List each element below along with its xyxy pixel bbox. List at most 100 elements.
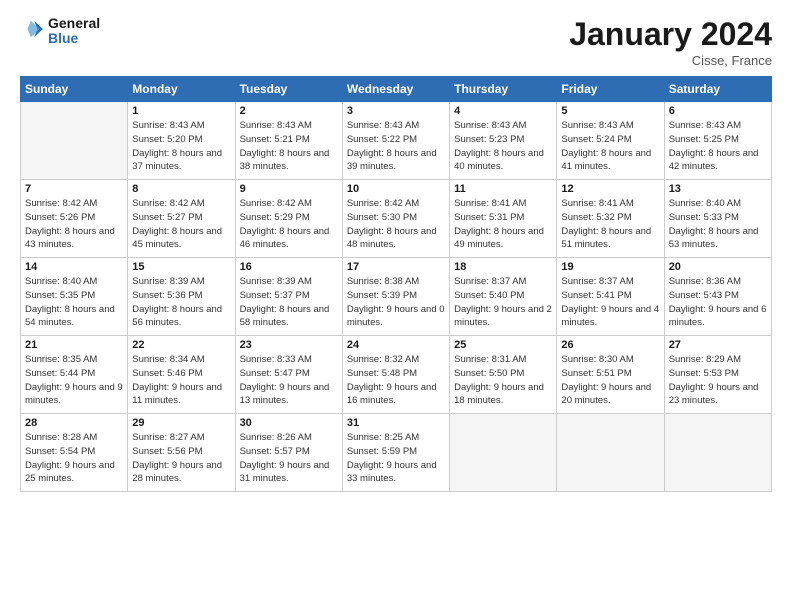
week-row-3: 14 Sunrise: 8:40 AM Sunset: 5:35 PM Dayligh…	[21, 258, 772, 336]
day-info: Sunrise: 8:42 AMSunset: 5:30 PMDaylight:…	[347, 197, 445, 252]
sunset: Sunset: 5:47 PM	[240, 368, 310, 379]
daylight: Daylight: 9 hours and 25 minutes.	[25, 460, 115, 485]
sunrise: Sunrise: 8:37 AM	[561, 276, 633, 287]
sunset: Sunset: 5:37 PM	[240, 290, 310, 301]
day-cell: 4Sunrise: 8:43 AMSunset: 5:23 PMDaylight…	[450, 102, 557, 180]
daylight: Daylight: 8 hours and 41 minutes.	[561, 148, 651, 173]
sunset: Sunset: 5:46 PM	[132, 368, 202, 379]
daylight: Daylight: 8 hours and 45 minutes.	[132, 226, 222, 251]
sunrise: Sunrise: 8:39 AM	[240, 276, 312, 287]
daylight: Daylight: 9 hours and 20 minutes.	[561, 382, 651, 407]
sunset: Sunset: 5:31 PM	[454, 212, 524, 223]
day-info: Sunrise: 8:42 AMSunset: 5:26 PMDaylight:…	[25, 197, 123, 252]
sunrise: Sunrise: 8:43 AM	[454, 120, 526, 131]
sunrise: Sunrise: 8:41 AM	[561, 198, 633, 209]
col-header-saturday: Saturday	[664, 77, 771, 102]
sunrise: Sunrise: 8:42 AM	[347, 198, 419, 209]
sunset: Sunset: 5:56 PM	[132, 446, 202, 457]
sunrise: Sunrise: 8:42 AM	[240, 198, 312, 209]
day-cell: 30Sunrise: 8:26 AMSunset: 5:57 PMDayligh…	[235, 414, 342, 492]
sunset: Sunset: 5:21 PM	[240, 134, 310, 145]
sunrise: Sunrise: 8:30 AM	[561, 354, 633, 365]
day-number: 6	[669, 105, 767, 117]
sunset: Sunset: 5:24 PM	[561, 134, 631, 145]
sunrise: Sunrise: 8:42 AM	[132, 198, 204, 209]
sunset: Sunset: 5:35 PM	[25, 290, 95, 301]
daylight: Daylight: 9 hours and 4 minutes.	[561, 304, 659, 329]
day-info: Sunrise: 8:38 AMSunset: 5:39 PMDaylight:…	[347, 275, 445, 330]
day-number: 30	[240, 417, 338, 429]
day-number: 27	[669, 339, 767, 351]
daylight: Daylight: 8 hours and 42 minutes.	[669, 148, 759, 173]
day-info: Sunrise: 8:35 AMSunset: 5:44 PMDaylight:…	[25, 353, 123, 408]
daylight: Daylight: 9 hours and 11 minutes.	[132, 382, 222, 407]
sunrise: Sunrise: 8:34 AM	[132, 354, 204, 365]
week-row-2: 7Sunrise: 8:42 AMSunset: 5:26 PMDaylight…	[21, 180, 772, 258]
day-cell: 15Sunrise: 8:39 AMSunset: 5:36 PMDayligh…	[128, 258, 235, 336]
sunrise: Sunrise: 8:43 AM	[561, 120, 633, 131]
day-number: 13	[669, 183, 767, 195]
day-cell: 11Sunrise: 8:41 AMSunset: 5:31 PMDayligh…	[450, 180, 557, 258]
day-cell: 24Sunrise: 8:32 AMSunset: 5:48 PMDayligh…	[342, 336, 449, 414]
day-info: Sunrise: 8:43 AMSunset: 5:22 PMDaylight:…	[347, 119, 445, 174]
sunrise: Sunrise: 8:40 AM	[669, 198, 741, 209]
day-cell	[664, 414, 771, 492]
day-cell: 29Sunrise: 8:27 AMSunset: 5:56 PMDayligh…	[128, 414, 235, 492]
month-title: January 2024	[569, 16, 772, 53]
sunset: Sunset: 5:50 PM	[454, 368, 524, 379]
day-number: 23	[240, 339, 338, 351]
header: General Blue January 2024 Cisse, France	[20, 16, 772, 68]
daylight: Daylight: 9 hours and 9 minutes.	[25, 382, 123, 407]
title-area: January 2024 Cisse, France	[569, 16, 772, 68]
sunset: Sunset: 5:48 PM	[347, 368, 417, 379]
sunrise: Sunrise: 8:40 AM	[25, 276, 97, 287]
logo-line1: General	[48, 16, 100, 31]
day-number: 1	[132, 105, 230, 117]
daylight: Daylight: 9 hours and 13 minutes.	[240, 382, 330, 407]
daylight: Daylight: 8 hours and 56 minutes.	[132, 304, 222, 329]
day-cell: 1Sunrise: 8:43 AMSunset: 5:20 PMDaylight…	[128, 102, 235, 180]
day-info: Sunrise: 8:27 AMSunset: 5:56 PMDaylight:…	[132, 431, 230, 486]
day-number: 12	[561, 183, 659, 195]
day-info: Sunrise: 8:34 AM Sunset: 5:46 PM Daylight:…	[132, 353, 230, 408]
day-cell: 10Sunrise: 8:42 AMSunset: 5:30 PMDayligh…	[342, 180, 449, 258]
day-number: 5	[561, 105, 659, 117]
location: Cisse, France	[569, 53, 772, 68]
sunrise: Sunrise: 8:38 AM	[347, 276, 419, 287]
calendar-table: SundayMondayTuesdayWednesdayThursdayFrid…	[20, 76, 772, 492]
sunrise: Sunrise: 8:26 AM	[240, 432, 312, 443]
week-row-1: 1 Sunrise: 8:43 AM Sunset: 5:20 PM Daylight…	[21, 102, 772, 180]
sunset: Sunset: 5:57 PM	[240, 446, 310, 457]
day-info: Sunrise: 8:42 AMSunset: 5:29 PMDaylight:…	[240, 197, 338, 252]
day-info: Sunrise: 8:39 AMSunset: 5:37 PMDaylight:…	[240, 275, 338, 330]
sunset: Sunset: 5:26 PM	[25, 212, 95, 223]
day-number: 18	[454, 261, 552, 273]
sunset: Sunset: 5:54 PM	[25, 446, 95, 457]
sunset: Sunset: 5:39 PM	[347, 290, 417, 301]
sunrise: Sunrise: 8:39 AM	[132, 276, 204, 287]
day-info: Sunrise: 8:30 AM Sunset: 5:51 PM Daylight:…	[561, 353, 659, 408]
day-number: 17	[347, 261, 445, 273]
daylight: Daylight: 8 hours and 46 minutes.	[240, 226, 330, 251]
day-number: 25	[454, 339, 552, 351]
sunset: Sunset: 5:20 PM	[132, 134, 202, 145]
sunset: Sunset: 5:32 PM	[561, 212, 631, 223]
logo-icon	[22, 18, 44, 40]
sunrise: Sunrise: 8:35 AM	[25, 354, 97, 365]
logo: General Blue	[20, 16, 100, 47]
sunset: Sunset: 5:22 PM	[347, 134, 417, 145]
sunset: Sunset: 5:51 PM	[561, 368, 631, 379]
sunrise: Sunrise: 8:43 AM	[240, 120, 312, 131]
day-cell: 28Sunrise: 8:28 AMSunset: 5:54 PMDayligh…	[21, 414, 128, 492]
sunset: Sunset: 5:23 PM	[454, 134, 524, 145]
daylight: Daylight: 8 hours and 53 minutes.	[669, 226, 759, 251]
day-number: 16	[240, 261, 338, 273]
sunset: Sunset: 5:59 PM	[347, 446, 417, 457]
day-cell: 14Sunrise: 8:40 AMSunset: 5:35 PMDayligh…	[21, 258, 128, 336]
day-number: 14	[25, 261, 123, 273]
daylight: Daylight: 9 hours and 2 minutes.	[454, 304, 552, 329]
sunrise: Sunrise: 8:32 AM	[347, 354, 419, 365]
day-cell	[557, 414, 664, 492]
day-number: 3	[347, 105, 445, 117]
col-header-tuesday: Tuesday	[235, 77, 342, 102]
